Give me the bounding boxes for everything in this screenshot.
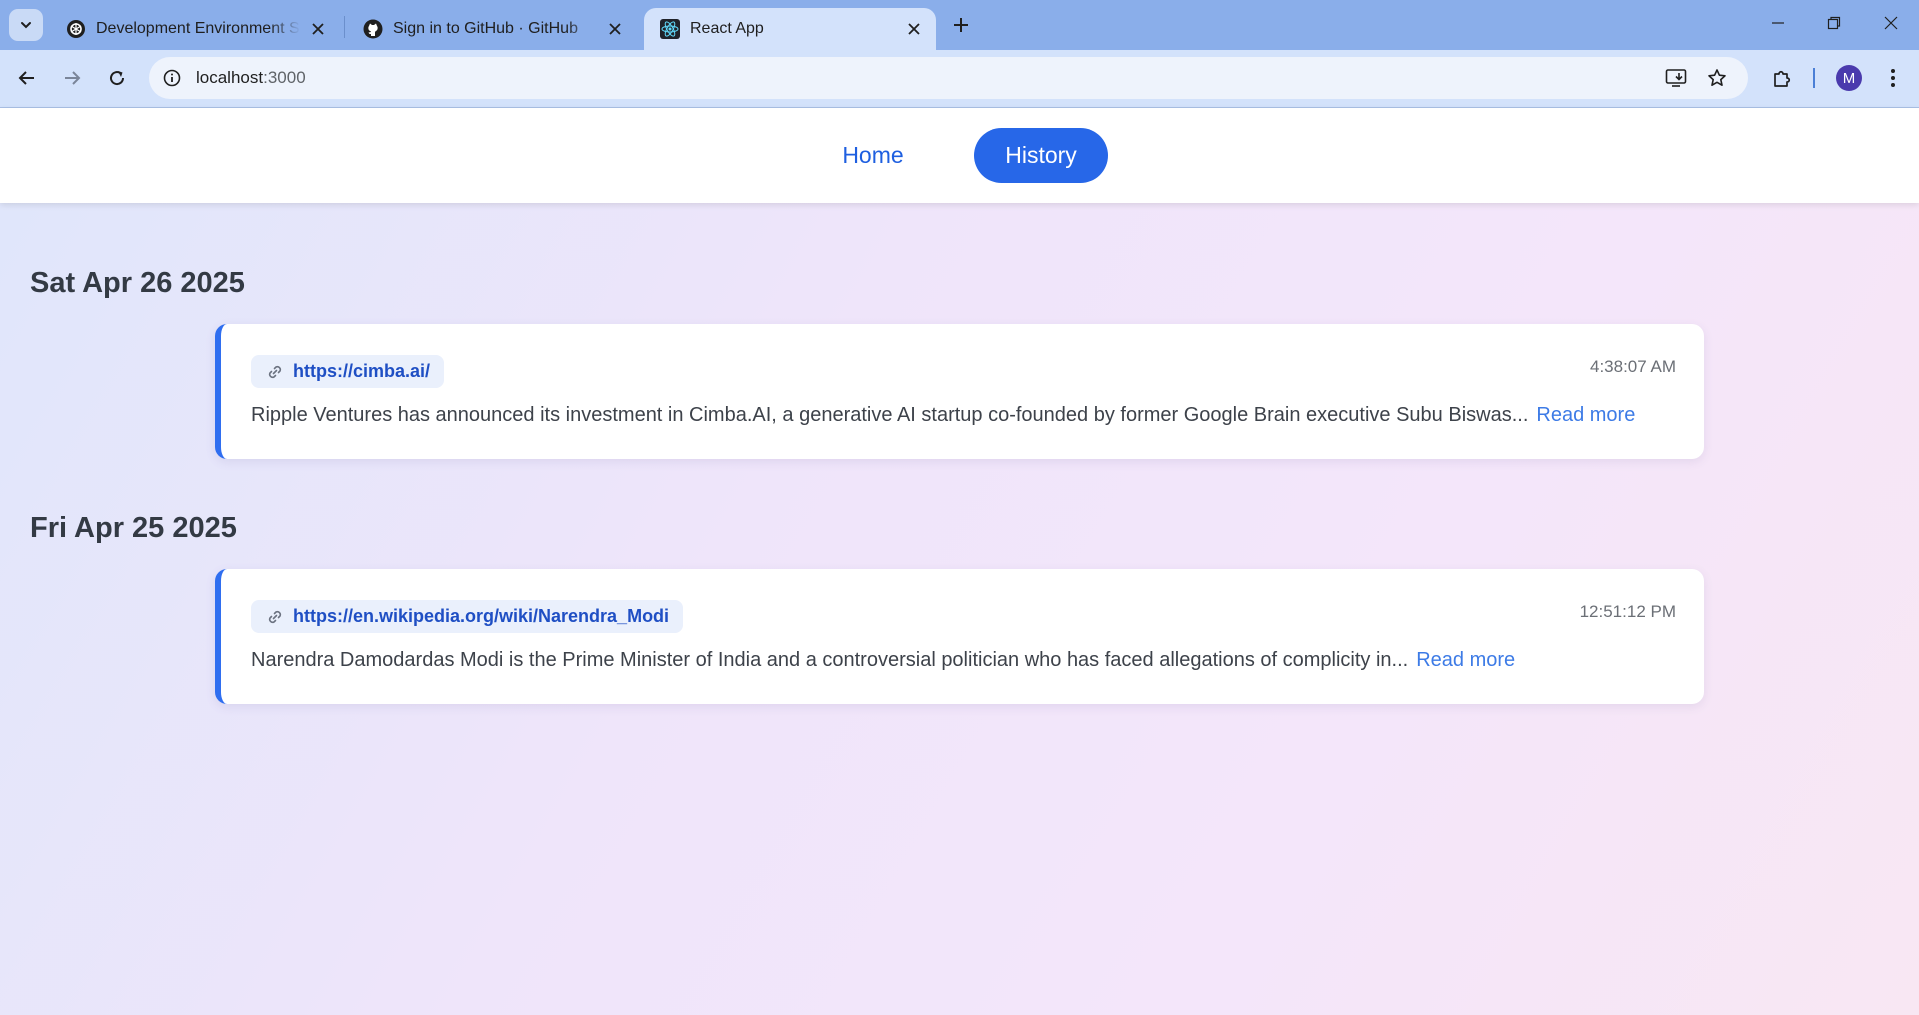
tab-development-environment[interactable]: Development Environment Setup xyxy=(50,8,340,50)
close-icon[interactable] xyxy=(904,19,924,39)
url-link[interactable]: https://en.wikipedia.org/wiki/Narendra_M… xyxy=(293,606,669,627)
arrow-left-icon xyxy=(18,71,34,85)
read-more-link[interactable]: Read more xyxy=(1536,404,1635,426)
timestamp: 12:51:12 PM xyxy=(1579,602,1676,621)
minimize-icon xyxy=(1772,22,1784,24)
tab-title: Sign in to GitHub · GitHub xyxy=(393,20,578,37)
tab-separator xyxy=(344,16,345,38)
restore-button[interactable] xyxy=(1806,0,1862,46)
browser-tab-strip: Development Environment Setup Sign in to… xyxy=(0,0,1919,50)
read-more-link[interactable]: Read more xyxy=(1416,649,1515,671)
toolbar-divider xyxy=(1813,68,1815,88)
chevron-down-icon xyxy=(21,22,31,29)
url-text[interactable]: localhost:3000 xyxy=(196,68,306,88)
page-content: Home History Sat Apr 26 2025 https://cim… xyxy=(0,108,1919,1015)
arrow-right-icon xyxy=(65,71,81,85)
summary-body: Narendra Damodardas Modi is the Prime Mi… xyxy=(251,649,1409,671)
url-link[interactable]: https://cimba.ai/ xyxy=(293,361,430,382)
summary-text: Narendra Damodardas Modi is the Prime Mi… xyxy=(251,649,1515,672)
app-navbar: Home History xyxy=(0,108,1919,203)
tab-title: React App xyxy=(690,20,764,37)
forward-button[interactable] xyxy=(54,60,90,96)
date-heading: Sat Apr 26 2025 xyxy=(30,267,245,299)
link-icon xyxy=(265,362,285,382)
summary-body: Ripple Ventures has announced its invest… xyxy=(251,404,1529,426)
history-card: https://cimba.ai/ 4:38:07 AM Ripple Vent… xyxy=(215,324,1704,459)
minimize-button[interactable] xyxy=(1750,0,1806,46)
tab-github-sign-in[interactable]: Sign in to GitHub · GitHub xyxy=(347,8,637,50)
extensions-puzzle-icon[interactable] xyxy=(1766,62,1798,94)
history-card: https://en.wikipedia.org/wiki/Narendra_M… xyxy=(215,569,1704,704)
tab-title: Development Environment Setup xyxy=(96,20,300,37)
more-menu-icon[interactable] xyxy=(1877,62,1909,94)
profile-avatar[interactable]: M xyxy=(1836,65,1862,91)
url-port: :3000 xyxy=(263,68,306,87)
react-icon xyxy=(660,19,680,39)
address-bar[interactable]: localhost:3000 xyxy=(149,57,1748,99)
close-window-button[interactable] xyxy=(1863,0,1919,46)
nav-home-link[interactable]: Home xyxy=(822,128,924,182)
url-host: localhost xyxy=(196,68,264,87)
close-icon[interactable] xyxy=(308,19,328,39)
install-app-icon[interactable] xyxy=(1663,65,1689,91)
github-icon xyxy=(363,19,383,39)
reload-icon xyxy=(110,71,125,86)
summary-text: Ripple Ventures has announced its invest… xyxy=(251,404,1635,427)
back-button[interactable] xyxy=(9,60,45,96)
tab-search-button[interactable] xyxy=(9,9,43,41)
date-heading: Fri Apr 25 2025 xyxy=(30,512,237,544)
openai-icon xyxy=(66,19,86,39)
tab-react-app[interactable]: React App xyxy=(644,8,936,50)
site-info-icon[interactable] xyxy=(159,65,185,91)
bookmark-star-icon[interactable] xyxy=(1704,65,1730,91)
timestamp: 4:38:07 AM xyxy=(1589,357,1676,376)
close-icon[interactable] xyxy=(605,19,625,39)
url-chip[interactable]: https://en.wikipedia.org/wiki/Narendra_M… xyxy=(251,600,684,633)
plus-icon xyxy=(954,18,968,32)
reload-button[interactable] xyxy=(99,60,135,96)
link-icon xyxy=(265,607,285,627)
close-icon xyxy=(1884,16,1898,30)
restore-icon xyxy=(1827,16,1841,30)
nav-history-button[interactable]: History xyxy=(974,128,1108,183)
url-chip[interactable]: https://cimba.ai/ xyxy=(251,355,445,388)
new-tab-button[interactable] xyxy=(946,10,976,40)
browser-toolbar: localhost:3000 M xyxy=(0,50,1919,108)
